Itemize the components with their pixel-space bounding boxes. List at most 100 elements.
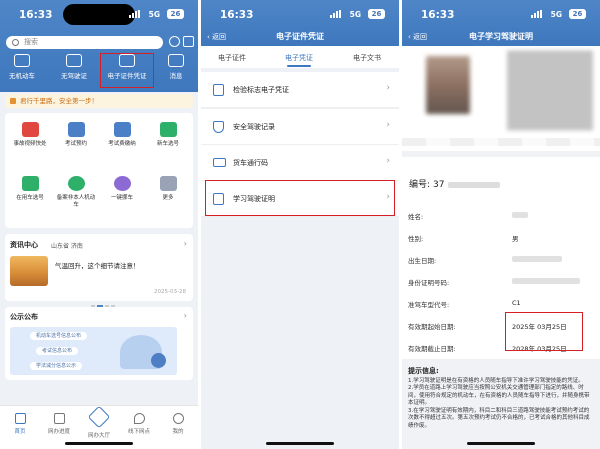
nav-no-vehicle[interactable]: 无机动车 [0,54,44,80]
notice-bar[interactable]: 君行千里路，安全第一步！ [5,94,193,108]
battery-icon: 26 [167,9,184,19]
chevron-right-icon[interactable]: › [184,239,187,248]
plate-new-icon [159,122,177,137]
tip-item: 2.学员在道路上学习驾驶应当按照公安机关交通管理部门指定的路线、时间，使用符合规… [408,385,590,406]
public-title: 公示公布 [10,313,38,321]
news-location[interactable]: 山东省 济南 [51,241,83,250]
public-item[interactable]: 考试信息公布 [36,347,79,355]
field-gender: 性别: 男 [408,235,519,243]
battery-icon: 26 [368,9,385,19]
tips-title: 提示信息: [408,367,439,375]
tab-online-hall[interactable]: 网办大厅 [79,405,119,439]
clock-illustration-icon [151,353,166,368]
battery-icon: 26 [569,9,586,19]
page-title: 电子学习驾驶证明 [469,32,533,41]
public-item[interactable]: 机动车选号信息公布 [30,332,88,340]
message-icon [168,54,184,67]
news-title: 资讯中心 [10,241,38,249]
redacted-value [512,278,580,284]
service-used-plate[interactable]: 在用车选号 [9,176,51,202]
e-certificates-screen: ‹ 返回 电子证件凭证 16:33 5G 26 电子证件 电子凭证 电子文书 检… [201,0,399,449]
network-label: 5G [148,10,160,19]
network-label: 5G [550,10,562,19]
service-accident-video[interactable]: 事故视频快处 [9,122,51,148]
scan-icon[interactable] [183,36,194,47]
public-notice-card: 公示公布 › 机动车选号信息公布 考试信息公布 学法减分信息公示 [5,307,193,380]
item-safe-driving-record[interactable]: 安全驾驶记录 › [201,109,399,145]
home-indicator[interactable] [266,442,334,445]
status-time: 16:33 [421,9,455,21]
nav-no-license[interactable]: 无驾驶证 [52,54,96,80]
status-time: 16:33 [220,9,254,21]
permit-card [402,46,600,151]
news-date: 2025-03-28 [154,289,186,295]
shield-check-icon [213,121,224,133]
chevron-right-icon: › [386,83,390,93]
monitor-icon [53,413,65,424]
tip-item: 1.学习驾驶证明是在有资格的人员随车指导下准许学习驾驶技能的凭证。 [408,377,584,384]
calendar-icon [67,122,85,137]
field-id-number: 身份证明号码: [402,271,600,291]
tab-offline-sites[interactable]: 线下网点 [119,413,159,435]
service-exam-fee[interactable]: 考试费缴纳 [101,122,143,148]
redacted-value [512,256,562,262]
news-headline[interactable]: 气温回升，这个细节请注意！ [55,260,140,270]
chevron-right-icon: › [386,156,390,166]
tab-e-documents[interactable]: 电子文书 [353,53,381,63]
network-label: 5G [349,10,361,19]
signal-icon [129,10,142,18]
tab-mine[interactable]: 我的 [158,413,198,435]
signal-icon [531,10,544,18]
services-grid: 事故视频快处 考试预约 考试费缴纳 新车选号 在用车选号 备案非本人机动车 一键… [5,113,193,228]
item-truck-pass-code[interactable]: 货车通行码 › [201,145,399,181]
home-icon [14,413,26,424]
active-tab-indicator [287,65,311,67]
highlight-box-validity-dates [505,312,583,351]
tab-e-vouchers[interactable]: 电子凭证 [285,53,313,63]
search-icon [12,39,19,46]
news-thumbnail [10,256,48,286]
item-inspection-voucher[interactable]: 检验标志电子凭证 › [201,72,399,108]
tab-progress[interactable]: 网办进度 [39,413,79,435]
tab-e-certificates[interactable]: 电子证件 [218,53,246,63]
field-name: 姓名: [402,205,600,225]
truck-pass-icon [213,158,226,167]
public-item[interactable]: 学法减分信息公示 [30,362,83,370]
public-banner[interactable]: 机动车选号信息公布 考试信息公布 学法减分信息公示 [10,327,177,375]
nav-messages[interactable]: 消息 [154,54,198,80]
headset-icon[interactable] [169,36,180,47]
screenshot-root: 16:33 5G 26 搜索 无机动车 无驾驶证 电子证件凭证 消息 君行千里路… [0,0,600,449]
car-off-icon [14,54,30,67]
service-exam-booking[interactable]: 考试预约 [55,122,97,148]
license-off-icon [66,54,82,67]
tab-home[interactable]: 首页 [0,413,40,435]
qr-code[interactable] [507,50,593,130]
field-vehicle-class: 准驾车型代号: C1 [408,299,521,309]
chevron-right-icon[interactable]: › [184,311,187,320]
search-input[interactable]: 搜索 [6,36,163,49]
tip-item: 3.在学习驾驶证明有效期内，科目二和科目三道路驾驶技能考试预约考试的次数不得超过… [408,407,590,429]
service-more[interactable]: 更多 [147,176,189,202]
redacted-value [512,212,528,218]
dynamic-island [63,4,135,25]
highlight-box-learner-permit [205,180,395,216]
location-pin-icon [133,413,145,424]
siren-icon [21,122,39,137]
user-icon [172,413,184,424]
service-register-vehicle[interactable]: 备案非本人机动车 [55,176,97,209]
inspection-icon [213,84,224,96]
grid-icon [159,176,177,191]
diamond-icon [87,405,111,429]
signal-icon [330,10,343,18]
news-card[interactable]: 资讯中心 山东省 济南 › 气温回升，这个细节请注意！ 2025-03-28 [5,234,193,307]
field-birthdate: 出生日期: [402,249,600,269]
redacted-value [447,181,500,188]
service-new-plate[interactable]: 新车选号 [147,122,189,148]
status-bar: 16:33 5G 26 [201,0,399,28]
service-move-car[interactable]: 一键挪车 [101,176,143,202]
home-indicator[interactable] [467,442,535,445]
card-strip [402,138,600,146]
home-indicator[interactable] [65,442,133,445]
shield-car-icon [67,176,85,191]
tips-section: 提示信息: 1.学习驾驶证明是在有资格的人员随车指导下准许学习驾驶技能的凭证。 … [402,365,600,449]
